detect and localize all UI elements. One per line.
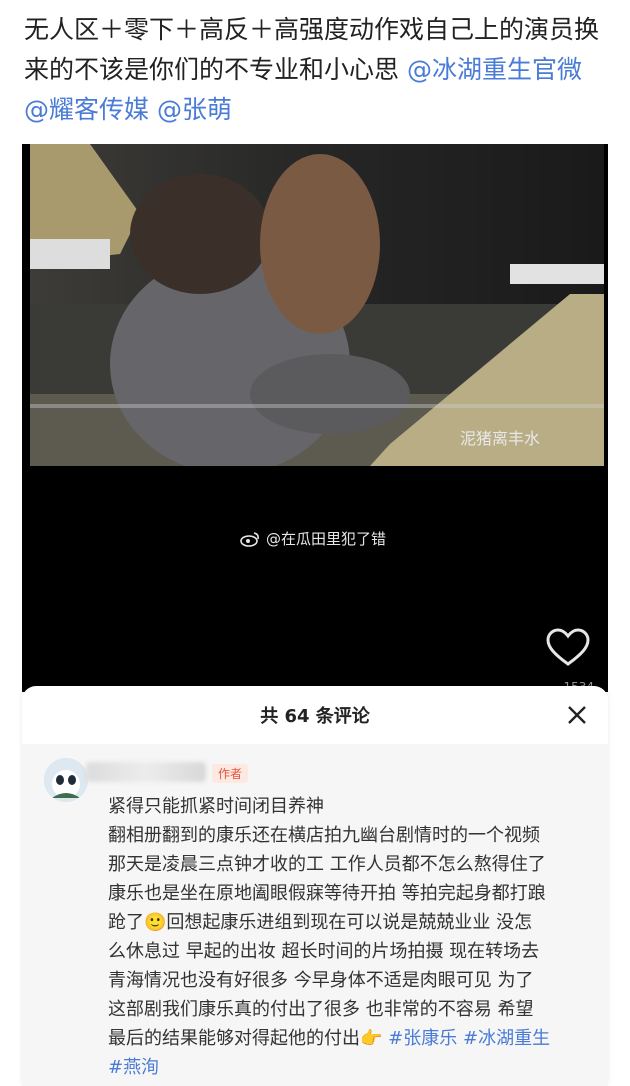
hashtag-link[interactable]: #燕洵 [108,1057,159,1078]
post-line-1: 无人区＋零下＋高反＋高强度动作戏自己上的演员换 [24,15,600,44]
emoji-icon: 🙂 [144,912,167,933]
username-blurred[interactable] [86,762,206,782]
comment-line: 跄了 [108,912,144,933]
comment-line: 回想起康乐进组到现在可以说是兢兢业业 没怎 [166,912,533,933]
comment-line: 翻相册翻到的康乐还在横店拍九幽台剧情时的一个视频 [108,825,540,846]
comment-line: 青海情况也没有好很多 今早身体不适是肉眼可见 为了 [108,970,534,991]
hashtag-link[interactable]: #冰湖重生 [463,1028,550,1049]
author-badge: 作者 [212,764,249,783]
comment-item: 作者 紧得只能抓紧时间闭目养神 翻相册翻到的康乐还在横店拍九幽台剧情时的一个视频… [22,744,608,1086]
post-text: 无人区＋零下＋高反＋高强度动作戏自己上的演员换 来的不该是你们的不专业和小心思 … [24,10,614,130]
comments-title: 共 64 条评论 [260,706,370,727]
comment-line: 最后的结果能够对得起他的付出 [108,1028,360,1049]
comment-text: 紧得只能抓紧时间闭目养神 翻相册翻到的康乐还在横店拍九幽台剧情时的一个视频 那天… [108,792,594,1082]
comment-line: 康乐也是坐在原地阖眼假寐等待开拍 等拍完起身都打踉 [108,883,546,904]
comment-line: 么休息过 早起的出妆 超长时间的片场拍摄 现在转场去 [108,941,540,962]
mention-link[interactable]: @张萌 [157,95,232,124]
hashtag-link[interactable]: #张康乐 [388,1028,457,1049]
avatar[interactable] [44,758,88,802]
mention-link[interactable]: @耀客传媒 [24,95,149,124]
comment-line: 那天是凌晨三点钟才收的工 工作人员都不怎么熬得住了 [108,854,546,875]
watermark-text: @在瓜田里犯了错 [266,530,387,548]
video-watermark: @在瓜田里犯了错 [240,528,386,549]
weibo-icon [240,531,259,547]
post-line-2: 来的不该是你们的不专业和小心思 [24,55,407,84]
comment-line: 这部剧我们康乐真的付出了很多 也非常的不容易 希望 [108,999,534,1020]
mention-link[interactable]: @冰湖重生官微 [407,55,582,84]
close-icon[interactable] [566,704,588,726]
video-frame[interactable]: 泥猪离丰水 [30,144,604,466]
comments-sheet: 共 64 条评论 作者 紧得只能抓紧时间闭目养神 翻相册翻到的康乐还在横店拍九幽… [22,686,608,1086]
video-player[interactable]: 泥猪离丰水 @在瓜田里犯了错 1534 [22,144,608,692]
frame-watermark: 泥猪离丰水 [460,429,540,448]
pointing-hand-icon: 👉 [360,1028,383,1049]
comment-line: 紧得只能抓紧时间闭目养神 [108,796,324,817]
like-heart-icon[interactable] [546,628,590,668]
